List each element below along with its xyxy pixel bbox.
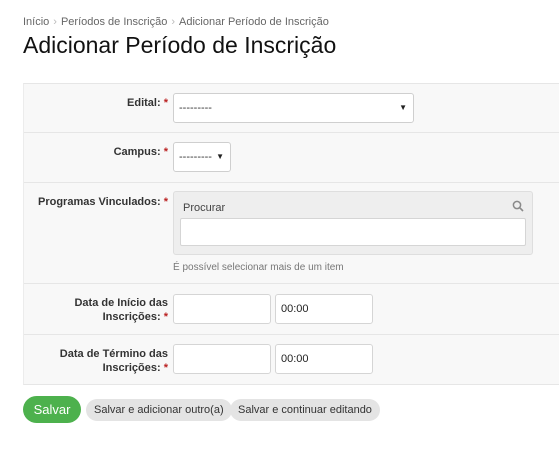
breadcrumb-home[interactable]: Início xyxy=(23,16,49,28)
save-and-add-another-button[interactable]: Salvar e adicionar outro(a) xyxy=(86,399,232,421)
programas-input[interactable] xyxy=(180,218,526,246)
row-campus: Campus: * --------- ▼ xyxy=(24,133,559,183)
programas-label: Programas Vinculados: * xyxy=(37,196,168,208)
row-edital: Edital: * --------- ▼ xyxy=(24,84,559,133)
form-fieldset: Edital: * --------- ▼ Campus: * --------… xyxy=(23,83,559,385)
save-and-continue-button[interactable]: Salvar e continuar editando xyxy=(230,399,380,421)
data-inicio-date-input[interactable] xyxy=(173,294,271,324)
breadcrumb: Início › Períodos de Inscrição › Adicionar P… xyxy=(23,16,329,28)
edital-select-value: --------- xyxy=(179,102,212,114)
data-termino-date-input[interactable] xyxy=(173,344,271,374)
campus-select[interactable]: --------- ▼ xyxy=(173,142,231,172)
edital-label: Edital: * xyxy=(127,97,168,109)
programas-search-placeholder: Procurar xyxy=(183,202,226,214)
campus-select-value: --------- xyxy=(179,151,212,163)
breadcrumb-separator: › xyxy=(171,16,176,28)
data-inicio-time-input[interactable]: 00:00 xyxy=(275,294,373,324)
page-title: Adicionar Período de Inscrição xyxy=(23,32,337,58)
programas-chooser: Procurar xyxy=(173,191,533,255)
row-data-inicio: Data de Início das Inscrições: * 00:00 xyxy=(24,284,559,335)
edital-select[interactable]: --------- ▼ xyxy=(173,93,414,123)
search-icon[interactable] xyxy=(512,200,524,212)
row-programas: Programas Vinculados: * Procurar É possí… xyxy=(24,183,559,284)
data-inicio-label: Data de Início das Inscrições: * xyxy=(74,297,168,323)
data-termino-label: Data de Término das Inscrições: * xyxy=(59,348,168,374)
save-button[interactable]: Salvar xyxy=(23,396,81,423)
triangle-down-icon: ▼ xyxy=(216,152,224,161)
breadcrumb-separator: › xyxy=(53,16,57,28)
campus-label: Campus: * xyxy=(113,146,168,158)
programas-help-text: É possível selecionar mais de um item xyxy=(173,262,344,273)
data-termino-time-input[interactable]: 00:00 xyxy=(275,344,373,374)
row-data-termino: Data de Término das Inscrições: * 00:00 xyxy=(24,335,559,384)
breadcrumb-current: Adicionar Período de Inscrição xyxy=(179,16,329,28)
breadcrumb-periodos[interactable]: Períodos de Inscrição xyxy=(61,16,167,28)
triangle-down-icon: ▼ xyxy=(399,103,407,112)
